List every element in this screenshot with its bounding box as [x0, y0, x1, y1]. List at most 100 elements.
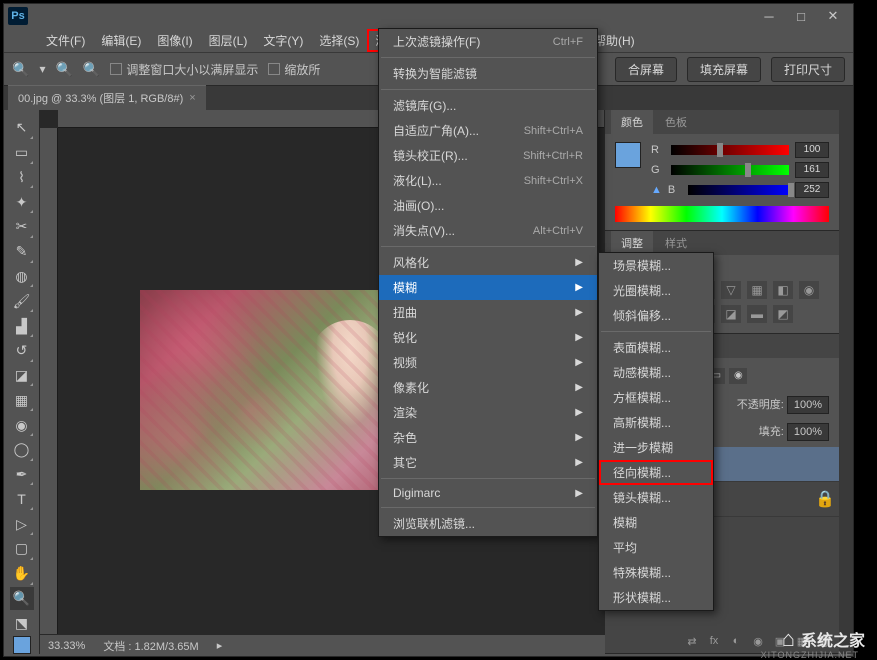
- menu-tilt-shift[interactable]: 倾斜偏移...: [599, 303, 713, 328]
- menu-lens-blur[interactable]: 镜头模糊...: [599, 485, 713, 510]
- menu-blur-more[interactable]: 进一步模糊: [599, 435, 713, 460]
- gradient-tool[interactable]: ▦: [10, 388, 34, 412]
- stamp-tool[interactable]: ▟: [10, 314, 34, 338]
- menu-lens-correction[interactable]: 镜头校正(R)...Shift+Ctrl+R: [379, 143, 597, 168]
- menu-select[interactable]: 选择(S): [311, 29, 367, 52]
- menu-video[interactable]: 视频▶: [379, 350, 597, 375]
- eyedropper-tool[interactable]: ✎: [10, 240, 34, 264]
- blur-tool[interactable]: ◉: [10, 413, 34, 437]
- heal-tool[interactable]: ◍: [10, 265, 34, 289]
- menu-oil-paint[interactable]: 油画(O)...: [379, 193, 597, 218]
- menu-smart-filter[interactable]: 转换为智能滤镜: [379, 61, 597, 86]
- menu-radial-blur[interactable]: 径向模糊...: [599, 460, 713, 485]
- color-swap-icon[interactable]: ⬔: [10, 611, 34, 635]
- g-slider[interactable]: [671, 165, 789, 175]
- menu-browse-filters[interactable]: 浏览联机滤镜...: [379, 511, 597, 536]
- menu-type[interactable]: 文字(Y): [255, 29, 311, 52]
- hand-tool[interactable]: ✋: [10, 562, 34, 586]
- menu-blur[interactable]: 模糊▶: [379, 275, 597, 300]
- fx-icon[interactable]: fx: [705, 633, 723, 649]
- menu-other[interactable]: 其它▶: [379, 450, 597, 475]
- lasso-tool[interactable]: ⌇: [10, 166, 34, 190]
- zoom-all-checkbox[interactable]: [268, 63, 280, 75]
- eraser-tool[interactable]: ◪: [10, 364, 34, 388]
- shape-tool[interactable]: ▢: [10, 537, 34, 561]
- history-brush-tool[interactable]: ↺: [10, 339, 34, 363]
- adj-gradient-icon[interactable]: ▬: [747, 305, 767, 323]
- zoom-out-icon[interactable]: 🔍: [83, 61, 100, 78]
- menu-digimarc[interactable]: Digimarc▶: [379, 482, 597, 504]
- link-icon[interactable]: ⇄: [683, 633, 701, 649]
- menu-distort[interactable]: 扭曲▶: [379, 300, 597, 325]
- opacity-value[interactable]: 100%: [787, 396, 829, 414]
- fill-value[interactable]: 100%: [787, 423, 829, 441]
- marquee-tool[interactable]: ▭: [10, 141, 34, 165]
- crop-tool[interactable]: ✂: [10, 215, 34, 239]
- menu-image[interactable]: 图像(I): [149, 29, 200, 52]
- spectrum-bar[interactable]: [615, 206, 829, 222]
- g-label: G: [651, 164, 665, 176]
- menu-vanishing-point[interactable]: 消失点(V)...Alt+Ctrl+V: [379, 218, 597, 243]
- menu-edit[interactable]: 编辑(E): [93, 29, 149, 52]
- brush-tool[interactable]: 🖌: [10, 289, 34, 313]
- r-slider[interactable]: [671, 145, 789, 155]
- menu-shape-blur[interactable]: 形状模糊...: [599, 585, 713, 610]
- tab-close-icon[interactable]: ×: [189, 92, 195, 104]
- filter-smart-icon[interactable]: ◉: [729, 368, 747, 384]
- menu-field-blur[interactable]: 场景模糊...: [599, 253, 713, 278]
- doc-info[interactable]: 文档 : 1.82M/3.65M: [103, 638, 198, 654]
- fit-screen-button[interactable]: 合屏幕: [615, 57, 677, 82]
- zoom-tool[interactable]: 🔍: [10, 587, 34, 611]
- menu-file[interactable]: 文件(F): [38, 29, 93, 52]
- b-slider[interactable]: [688, 185, 789, 195]
- maximize-button[interactable]: □: [785, 5, 817, 27]
- menu-last-filter[interactable]: 上次滤镜操作(F)Ctrl+F: [379, 29, 597, 54]
- document-tab[interactable]: 00.jpg @ 33.3% (图层 1, RGB/8#) ×: [8, 85, 206, 110]
- tab-swatches[interactable]: 色板: [655, 110, 697, 134]
- b-value[interactable]: 252: [795, 182, 829, 198]
- adj-photo-filter-icon[interactable]: ◉: [799, 281, 819, 299]
- menu-motion-blur[interactable]: 动感模糊...: [599, 360, 713, 385]
- pen-tool[interactable]: ✒: [10, 463, 34, 487]
- menu-stylize[interactable]: 风格化▶: [379, 250, 597, 275]
- menu-surface-blur[interactable]: 表面模糊...: [599, 335, 713, 360]
- adj-vibrance-icon[interactable]: ▽: [721, 281, 741, 299]
- menu-iris-blur[interactable]: 光圈模糊...: [599, 278, 713, 303]
- tab-color[interactable]: 颜色: [611, 110, 653, 134]
- zoom-level[interactable]: 33.33%: [48, 640, 85, 652]
- menu-layer[interactable]: 图层(L): [201, 29, 256, 52]
- menu-filter-gallery[interactable]: 滤镜库(G)...: [379, 93, 597, 118]
- close-button[interactable]: ✕: [817, 5, 849, 27]
- r-value[interactable]: 100: [795, 142, 829, 158]
- menu-pixelate[interactable]: 像素化▶: [379, 375, 597, 400]
- menu-blur-simple[interactable]: 模糊: [599, 510, 713, 535]
- menu-box-blur[interactable]: 方框模糊...: [599, 385, 713, 410]
- adj-threshold-icon[interactable]: ◪: [721, 305, 741, 323]
- menu-adaptive-wide[interactable]: 自适应广角(A)...Shift+Ctrl+A: [379, 118, 597, 143]
- adj-hue-icon[interactable]: ▦: [747, 281, 767, 299]
- foreground-color[interactable]: [13, 636, 31, 654]
- adj-bw-icon[interactable]: ◧: [773, 281, 793, 299]
- adj-selective-icon[interactable]: ◩: [773, 305, 793, 323]
- menu-gaussian-blur[interactable]: 高斯模糊...: [599, 410, 713, 435]
- fill-screen-button[interactable]: 填充屏幕: [687, 57, 761, 82]
- move-tool[interactable]: ↖: [10, 116, 34, 140]
- menu-render[interactable]: 渲染▶: [379, 400, 597, 425]
- resize-checkbox[interactable]: [110, 63, 122, 75]
- menu-average[interactable]: 平均: [599, 535, 713, 560]
- zoom-in-icon[interactable]: 🔍: [55, 61, 72, 78]
- g-value[interactable]: 161: [795, 162, 829, 178]
- foreground-swatch[interactable]: [615, 142, 641, 168]
- wand-tool[interactable]: ✦: [10, 190, 34, 214]
- mask-icon[interactable]: ◐: [727, 633, 745, 649]
- menu-smart-blur[interactable]: 特殊模糊...: [599, 560, 713, 585]
- print-size-button[interactable]: 打印尺寸: [771, 57, 845, 82]
- dodge-tool[interactable]: ◯: [10, 438, 34, 462]
- menu-liquify[interactable]: 液化(L)...Shift+Ctrl+X: [379, 168, 597, 193]
- menu-sharpen[interactable]: 锐化▶: [379, 325, 597, 350]
- type-tool[interactable]: T: [10, 487, 34, 511]
- minimize-button[interactable]: ─: [753, 5, 785, 27]
- path-tool[interactable]: ▷: [10, 512, 34, 536]
- menu-noise[interactable]: 杂色▶: [379, 425, 597, 450]
- adjust-layer-icon[interactable]: ◉: [749, 633, 767, 649]
